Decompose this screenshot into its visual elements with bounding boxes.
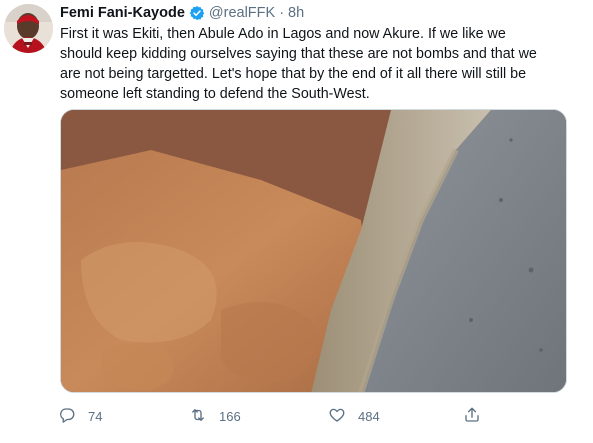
reply-count: 74: [88, 408, 103, 424]
tweet-text: First it was Ekiti, then Abule Ado in La…: [60, 24, 585, 104]
separator-dot: ·: [279, 5, 285, 21]
tweet-text-line: should keep kidding ourselves saying tha…: [60, 46, 537, 62]
share-icon: [463, 406, 481, 427]
author-handle[interactable]: @realFFK: [209, 3, 275, 23]
tweet-text-line: are not being targetted. Let's hope that…: [60, 66, 527, 82]
retweet-button[interactable]: 166: [189, 404, 241, 428]
reply-icon: [58, 406, 76, 427]
heart-icon: [328, 406, 346, 427]
avatar[interactable]: [4, 4, 53, 53]
tweet-card: Femi Fani-Kayode @realFFK · 8h First it …: [0, 0, 593, 443]
verified-badge-icon: [189, 5, 205, 21]
tweet-text-line: someone left standing to defend the Sout…: [60, 86, 370, 102]
timestamp[interactable]: 8h: [288, 3, 304, 23]
tweet-header: Femi Fani-Kayode @realFFK · 8h: [60, 3, 304, 23]
like-button[interactable]: 484: [328, 404, 380, 428]
tweet-text-line: First it was Ekiti, then Abule Ado in La…: [60, 26, 506, 42]
reply-button[interactable]: 74: [58, 404, 102, 428]
tweet-actions: 74 166 484: [58, 404, 498, 428]
retweet-icon: [189, 406, 207, 427]
tweet-photo[interactable]: [60, 109, 567, 393]
share-button[interactable]: [463, 404, 481, 428]
author-name[interactable]: Femi Fani-Kayode: [60, 3, 185, 23]
retweet-count: 166: [219, 408, 241, 424]
like-count: 484: [358, 408, 380, 424]
